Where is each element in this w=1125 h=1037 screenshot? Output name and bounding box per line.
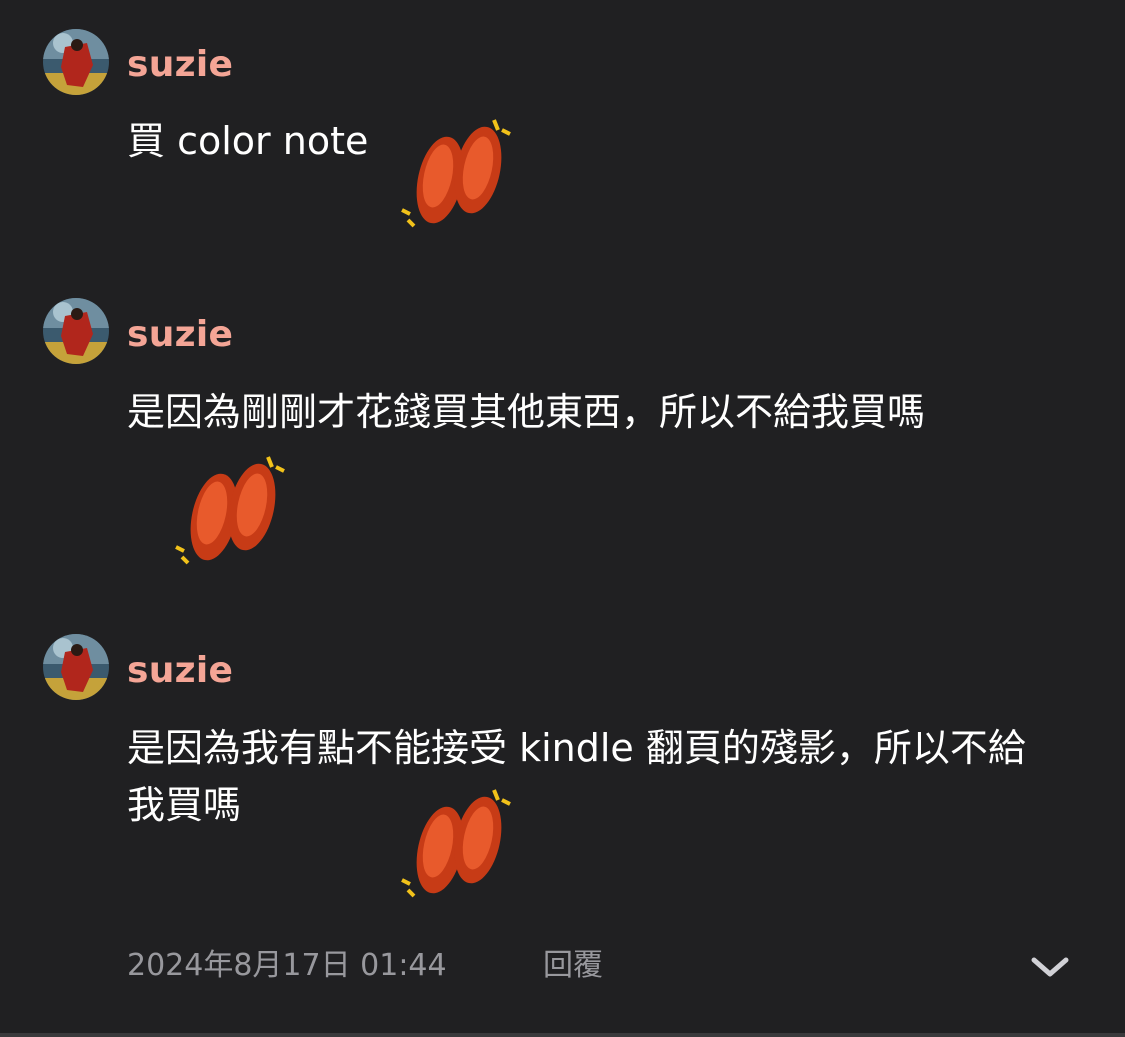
kidney-bean-sticker-icon: [398, 116, 514, 232]
message-text: 是因為我有點不能接受 kindle 翻頁的殘影，所以不給我買嗎: [127, 726, 1026, 827]
timestamp: 2024年8月17日 01:44: [127, 948, 447, 983]
reply-button[interactable]: 回覆: [543, 946, 603, 986]
message-footer: 2024年8月17日 01:44 回覆: [0, 940, 1125, 990]
username[interactable]: suzie: [127, 649, 233, 693]
avatar[interactable]: [43, 634, 109, 700]
username[interactable]: suzie: [127, 313, 233, 357]
divider: [0, 1033, 1125, 1037]
kidney-bean-sticker-icon: [398, 786, 514, 902]
avatar-image: [43, 29, 109, 95]
avatar-image: [43, 634, 109, 700]
message-text: 買 color note: [127, 119, 369, 163]
username[interactable]: suzie: [127, 43, 233, 87]
avatar-image: [43, 298, 109, 364]
chevron-down-icon[interactable]: [1028, 946, 1072, 986]
avatar[interactable]: [43, 29, 109, 95]
kidney-bean-sticker-icon: [172, 453, 288, 569]
avatar[interactable]: [43, 298, 109, 364]
message-text: 是因為剛剛才花錢買其他東西，所以不給我買嗎: [127, 390, 926, 434]
